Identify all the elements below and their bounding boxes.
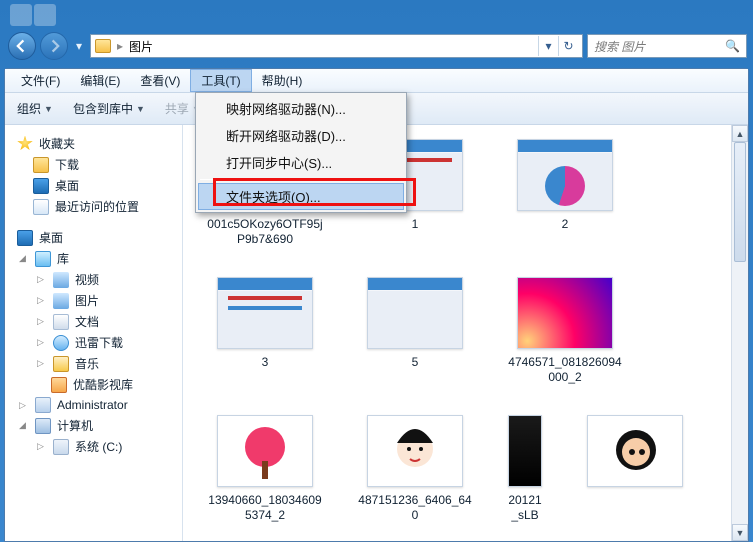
sidebar-admin[interactable]: ▷Administrator	[11, 395, 176, 415]
music-icon	[53, 356, 69, 372]
refresh-button[interactable]: ↻	[558, 36, 578, 56]
sidebar-drive-c[interactable]: ▷系统 (C:)	[11, 436, 176, 457]
sidebar-desktop[interactable]: 桌面	[11, 175, 176, 196]
toolbar-include-in-library[interactable]: 包含到库中▼	[73, 100, 145, 117]
breadcrumb-current[interactable]: 图片	[129, 38, 153, 55]
thumbnail	[217, 277, 313, 349]
taskbar-icon	[10, 4, 32, 26]
library-icon	[35, 251, 51, 267]
collapse-icon[interactable]: ◢	[19, 420, 29, 431]
sidebar: 收藏夹 下载 桌面 最近访问的位置 桌面 ◢库 ▷视频 ▷图片 ▷文档 ▷迅雷下…	[5, 125, 183, 541]
sidebar-video[interactable]: ▷视频	[11, 269, 176, 290]
thumbnail	[517, 139, 613, 211]
thumbnail	[367, 415, 463, 487]
search-icon: 🔍	[725, 39, 740, 53]
thumbnail	[217, 415, 313, 487]
menu-folder-options[interactable]: 文件夹选项(O)...	[198, 183, 404, 210]
sidebar-favorites[interactable]: 收藏夹	[11, 133, 176, 154]
sidebar-computer[interactable]: ◢计算机	[11, 415, 176, 436]
file-name: 3	[262, 355, 269, 370]
desktop-icon	[33, 178, 49, 194]
expand-icon[interactable]: ▷	[37, 274, 47, 285]
file-item[interactable]: 20121_sLB	[505, 415, 545, 523]
folder-icon	[33, 157, 49, 173]
recent-icon	[33, 199, 49, 215]
sidebar-downloads[interactable]: 下载	[11, 154, 176, 175]
menu-tools[interactable]: 工具(T)	[190, 69, 251, 92]
expand-icon[interactable]: ▷	[37, 295, 47, 306]
expand-icon[interactable]: ▷	[37, 337, 47, 348]
file-name: 1	[412, 217, 419, 232]
file-item[interactable]: 5	[355, 277, 475, 385]
sidebar-recent[interactable]: 最近访问的位置	[11, 196, 176, 217]
menu-map-network-drive[interactable]: 映射网络驱动器(N)...	[198, 95, 404, 122]
taskbar-icon	[34, 4, 56, 26]
menu-file[interactable]: 文件(F)	[11, 69, 70, 92]
address-bar[interactable]: ▸ 图片 ▾ ↻	[90, 34, 583, 58]
collapse-icon[interactable]: ◢	[19, 253, 29, 264]
folder-icon	[95, 39, 111, 53]
back-button[interactable]	[8, 32, 36, 60]
forward-button[interactable]	[40, 32, 68, 60]
file-name: 487151236_6406_640	[355, 493, 475, 523]
thumbnail	[508, 415, 542, 487]
thumbnail	[517, 277, 613, 349]
file-name: 2	[562, 217, 569, 232]
drive-icon	[53, 439, 69, 455]
menu-edit[interactable]: 编辑(E)	[70, 69, 130, 92]
sidebar-xunlei[interactable]: ▷迅雷下载	[11, 332, 176, 353]
menu-help[interactable]: 帮助(H)	[252, 69, 313, 92]
sidebar-youku[interactable]: 优酷影视库	[11, 374, 176, 395]
expand-icon[interactable]: ▷	[37, 358, 47, 369]
file-item[interactable]: 2	[505, 139, 625, 247]
file-item[interactable]	[575, 415, 695, 523]
file-item[interactable]: 4746571_081826094000_2	[505, 277, 625, 385]
menu-view[interactable]: 查看(V)	[130, 69, 190, 92]
menubar: 文件(F) 编辑(E) 查看(V) 工具(T) 帮助(H)	[5, 69, 748, 93]
file-name: 001c5OKozy6OTF95jP9b7&690	[205, 217, 325, 247]
expand-icon[interactable]: ▷	[37, 316, 47, 327]
thumbnail	[367, 277, 463, 349]
youku-icon	[51, 377, 67, 393]
thumbnail	[587, 415, 683, 487]
scroll-down-button[interactable]: ▼	[732, 524, 748, 541]
file-name: 4746571_081826094000_2	[505, 355, 625, 385]
picture-icon	[53, 293, 69, 309]
sidebar-library[interactable]: ◢库	[11, 248, 176, 269]
nav-row: ▾ ▸ 图片 ▾ ↻ 搜索 图片 🔍	[0, 30, 753, 66]
file-name: 5	[412, 355, 419, 370]
tools-dropdown-menu: 映射网络驱动器(N)... 断开网络驱动器(D)... 打开同步中心(S)...…	[195, 92, 407, 213]
vertical-scrollbar[interactable]: ▲ ▼	[731, 125, 748, 541]
computer-icon	[35, 418, 51, 434]
file-item[interactable]: 487151236_6406_640	[355, 415, 475, 523]
video-icon	[53, 272, 69, 288]
expand-icon[interactable]: ▷	[37, 441, 47, 452]
file-name: 13940660_180346095374_2	[205, 493, 325, 523]
desktop-icon	[17, 230, 33, 246]
breadcrumb-dropdown[interactable]: ▾	[538, 36, 558, 56]
menu-separator	[200, 179, 402, 180]
menu-disconnect-network-drive[interactable]: 断开网络驱动器(D)...	[198, 122, 404, 149]
file-item[interactable]: 13940660_180346095374_2	[205, 415, 325, 523]
user-icon	[35, 397, 51, 413]
sidebar-pictures[interactable]: ▷图片	[11, 290, 176, 311]
document-icon	[53, 314, 69, 330]
download-icon	[53, 335, 69, 351]
menu-open-sync-center[interactable]: 打开同步中心(S)...	[198, 149, 404, 176]
scroll-up-button[interactable]: ▲	[732, 125, 748, 142]
scroll-thumb[interactable]	[734, 142, 746, 262]
sidebar-music[interactable]: ▷音乐	[11, 353, 176, 374]
expand-icon[interactable]: ▷	[19, 400, 29, 411]
toolbar-organize[interactable]: 组织▼	[17, 100, 53, 117]
sidebar-desktop-root[interactable]: 桌面	[11, 227, 176, 248]
star-icon	[17, 136, 33, 152]
file-name: 20121_sLB	[505, 493, 545, 523]
breadcrumb-sep: ▸	[117, 39, 123, 53]
sidebar-documents[interactable]: ▷文档	[11, 311, 176, 332]
file-item[interactable]: 3	[205, 277, 325, 385]
history-dropdown[interactable]: ▾	[72, 34, 86, 58]
search-input[interactable]: 搜索 图片 🔍	[587, 34, 747, 58]
search-placeholder: 搜索 图片	[594, 38, 645, 55]
